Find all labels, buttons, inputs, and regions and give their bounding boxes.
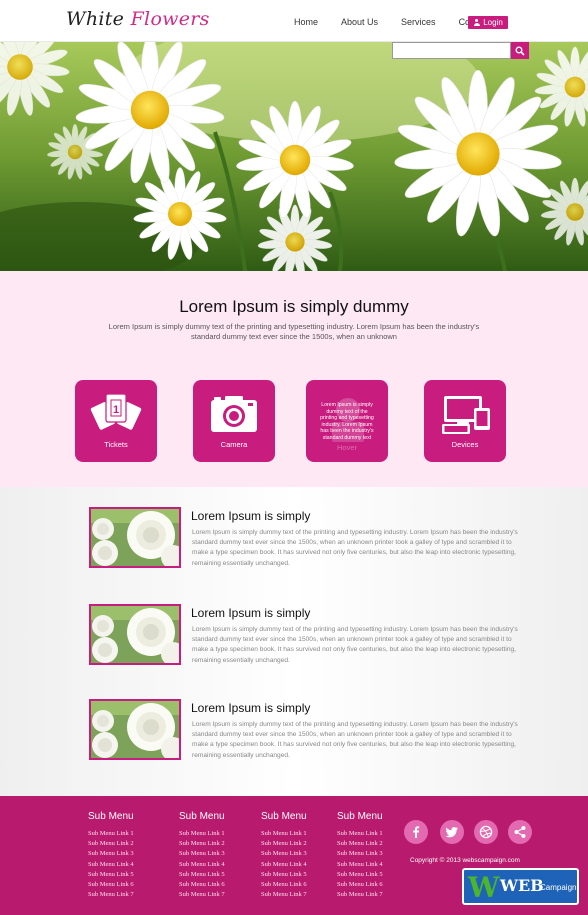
badge-campaign: Campaign	[540, 883, 577, 892]
footer-menu-title: Sub Menu	[337, 811, 383, 822]
search-box	[392, 42, 529, 59]
share-button[interactable]	[508, 820, 532, 844]
footer-menu-title: Sub Menu	[179, 811, 225, 822]
footer-link[interactable]: Sub Menu Link 6	[261, 880, 307, 890]
webscampaign-logo: W WEB Campaign	[462, 868, 579, 905]
footer-link[interactable]: Sub Menu Link 2	[337, 839, 383, 849]
article-title[interactable]: Lorem Ipsum is simply	[191, 606, 310, 620]
footer-link[interactable]: Sub Menu Link 3	[261, 849, 307, 859]
nav-home[interactable]: Home	[294, 17, 318, 27]
white-roses-image	[91, 606, 179, 663]
facebook-button[interactable]	[404, 820, 428, 844]
user-icon	[473, 19, 480, 26]
article-title[interactable]: Lorem Ipsum is simply	[191, 509, 310, 523]
article-thumbnail[interactable]	[89, 699, 181, 760]
footer-link[interactable]: Sub Menu Link 2	[88, 839, 134, 849]
tile-hover-text: Lorem Ipsum is simply dummy text of the …	[320, 402, 374, 441]
footer-menu-3: Sub Menu Sub Menu Link 1 Sub Menu Link 2…	[261, 811, 307, 900]
tile-label-devices: Devices	[451, 440, 479, 449]
white-roses-image	[91, 509, 179, 566]
article-3: Lorem Ipsum is simply Lorem Ipsum is sim…	[89, 699, 529, 761]
dribbble-icon	[479, 825, 493, 839]
footer-link[interactable]: Sub Menu Link 2	[179, 839, 225, 849]
footer-link[interactable]: Sub Menu Link 1	[88, 829, 134, 839]
articles-section: Lorem Ipsum is simply Lorem Ipsum is sim…	[0, 487, 588, 796]
article-text: Lorem Ipsum is simply dummy text of the …	[192, 529, 518, 567]
footer-link[interactable]: Sub Menu Link 4	[337, 860, 383, 870]
footer-menu-4: Sub Menu Sub Menu Link 1 Sub Menu Link 2…	[337, 811, 383, 900]
tile-label-camera: Camera	[220, 440, 248, 449]
logo[interactable]: White Flowers	[66, 8, 210, 30]
hero-banner	[0, 42, 588, 271]
nav-about[interactable]: About Us	[341, 17, 378, 27]
footer-link[interactable]: Sub Menu Link 5	[88, 870, 134, 880]
article-text: Lorem Ipsum is simply dummy text of the …	[192, 721, 518, 759]
footer-link[interactable]: Sub Menu Link 1	[337, 829, 383, 839]
footer-link[interactable]: Sub Menu Link 3	[88, 849, 134, 859]
copyright-text: Copyright © 2013 webscampaign.com	[410, 857, 520, 864]
svg-text:1: 1	[113, 404, 119, 416]
footer-link[interactable]: Sub Menu Link 7	[261, 890, 307, 900]
footer-link[interactable]: Sub Menu Link 5	[261, 870, 307, 880]
footer-menu-2: Sub Menu Sub Menu Link 1 Sub Menu Link 2…	[179, 811, 225, 900]
footer-link[interactable]: Sub Menu Link 7	[179, 890, 225, 900]
search-button[interactable]	[511, 42, 529, 59]
footer-link[interactable]: Sub Menu Link 7	[337, 890, 383, 900]
tile-devices[interactable]: Devices	[424, 380, 506, 462]
footer-link[interactable]: Sub Menu Link 3	[337, 849, 383, 859]
login-button[interactable]: Login	[468, 16, 508, 29]
footer-link[interactable]: Sub Menu Link 6	[88, 880, 134, 890]
article-1: Lorem Ipsum is simply Lorem Ipsum is sim…	[89, 507, 529, 569]
footer-link[interactable]: Sub Menu Link 1	[179, 829, 225, 839]
logo-main: White	[66, 8, 125, 30]
footer-link[interactable]: Sub Menu Link 5	[179, 870, 225, 880]
nav-services[interactable]: Services	[401, 17, 436, 27]
article-text: Lorem Ipsum is simply dummy text of the …	[192, 626, 518, 664]
camera-icon	[211, 396, 257, 432]
login-label: Login	[483, 18, 503, 27]
footer-link[interactable]: Sub Menu Link 6	[337, 880, 383, 890]
search-input[interactable]	[392, 42, 511, 59]
intro-text: Lorem Ipsum is simply dummy text of the …	[108, 322, 480, 341]
footer-link[interactable]: Sub Menu Link 4	[261, 860, 307, 870]
intro-section: Lorem Ipsum is simply dummy Lorem Ipsum …	[0, 271, 588, 487]
daisy-field-image	[0, 42, 588, 271]
footer-link[interactable]: Sub Menu Link 1	[261, 829, 307, 839]
footer-menu-title: Sub Menu	[88, 811, 134, 822]
article-thumbnail[interactable]	[89, 604, 181, 665]
share-icon	[514, 826, 526, 838]
badge-web: WEB	[500, 876, 544, 895]
tickets-icon: 1	[90, 393, 142, 430]
tile-camera[interactable]: Camera	[193, 380, 275, 462]
tile-label-tickets: Tickets	[104, 440, 128, 449]
tile-hover-ghost-label: Hover	[336, 443, 357, 452]
devices-icon	[442, 396, 490, 434]
intro-title: Lorem Ipsum is simply dummy	[179, 297, 409, 316]
footer-link[interactable]: Sub Menu Link 5	[337, 870, 383, 880]
footer-link[interactable]: Sub Menu Link 4	[88, 860, 134, 870]
article-thumbnail[interactable]	[89, 507, 181, 568]
article-2: Lorem Ipsum is simply Lorem Ipsum is sim…	[89, 604, 529, 666]
footer-link[interactable]: Sub Menu Link 3	[179, 849, 225, 859]
dribbble-button[interactable]	[474, 820, 498, 844]
logo-accent: Flowers	[130, 8, 210, 30]
badge-w: W	[468, 871, 500, 904]
twitter-button[interactable]	[440, 820, 464, 844]
footer-menu-1: Sub Menu Sub Menu Link 1 Sub Menu Link 2…	[88, 811, 134, 900]
white-roses-image	[91, 701, 179, 758]
footer-link[interactable]: Sub Menu Link 7	[88, 890, 134, 900]
twitter-icon	[445, 827, 458, 838]
tile-tickets[interactable]: 1 Tickets	[75, 380, 157, 462]
article-title[interactable]: Lorem Ipsum is simply	[191, 701, 310, 715]
footer-link[interactable]: Sub Menu Link 2	[261, 839, 307, 849]
search-icon	[515, 46, 525, 56]
footer-link[interactable]: Sub Menu Link 6	[179, 880, 225, 890]
tile-hover[interactable]: Lorem Ipsum is simply dummy text of the …	[306, 380, 388, 462]
site-header: White Flowers Home About Us Services Con…	[0, 0, 588, 42]
footer-link[interactable]: Sub Menu Link 4	[179, 860, 225, 870]
footer-menu-title: Sub Menu	[261, 811, 307, 822]
facebook-icon	[413, 826, 420, 838]
